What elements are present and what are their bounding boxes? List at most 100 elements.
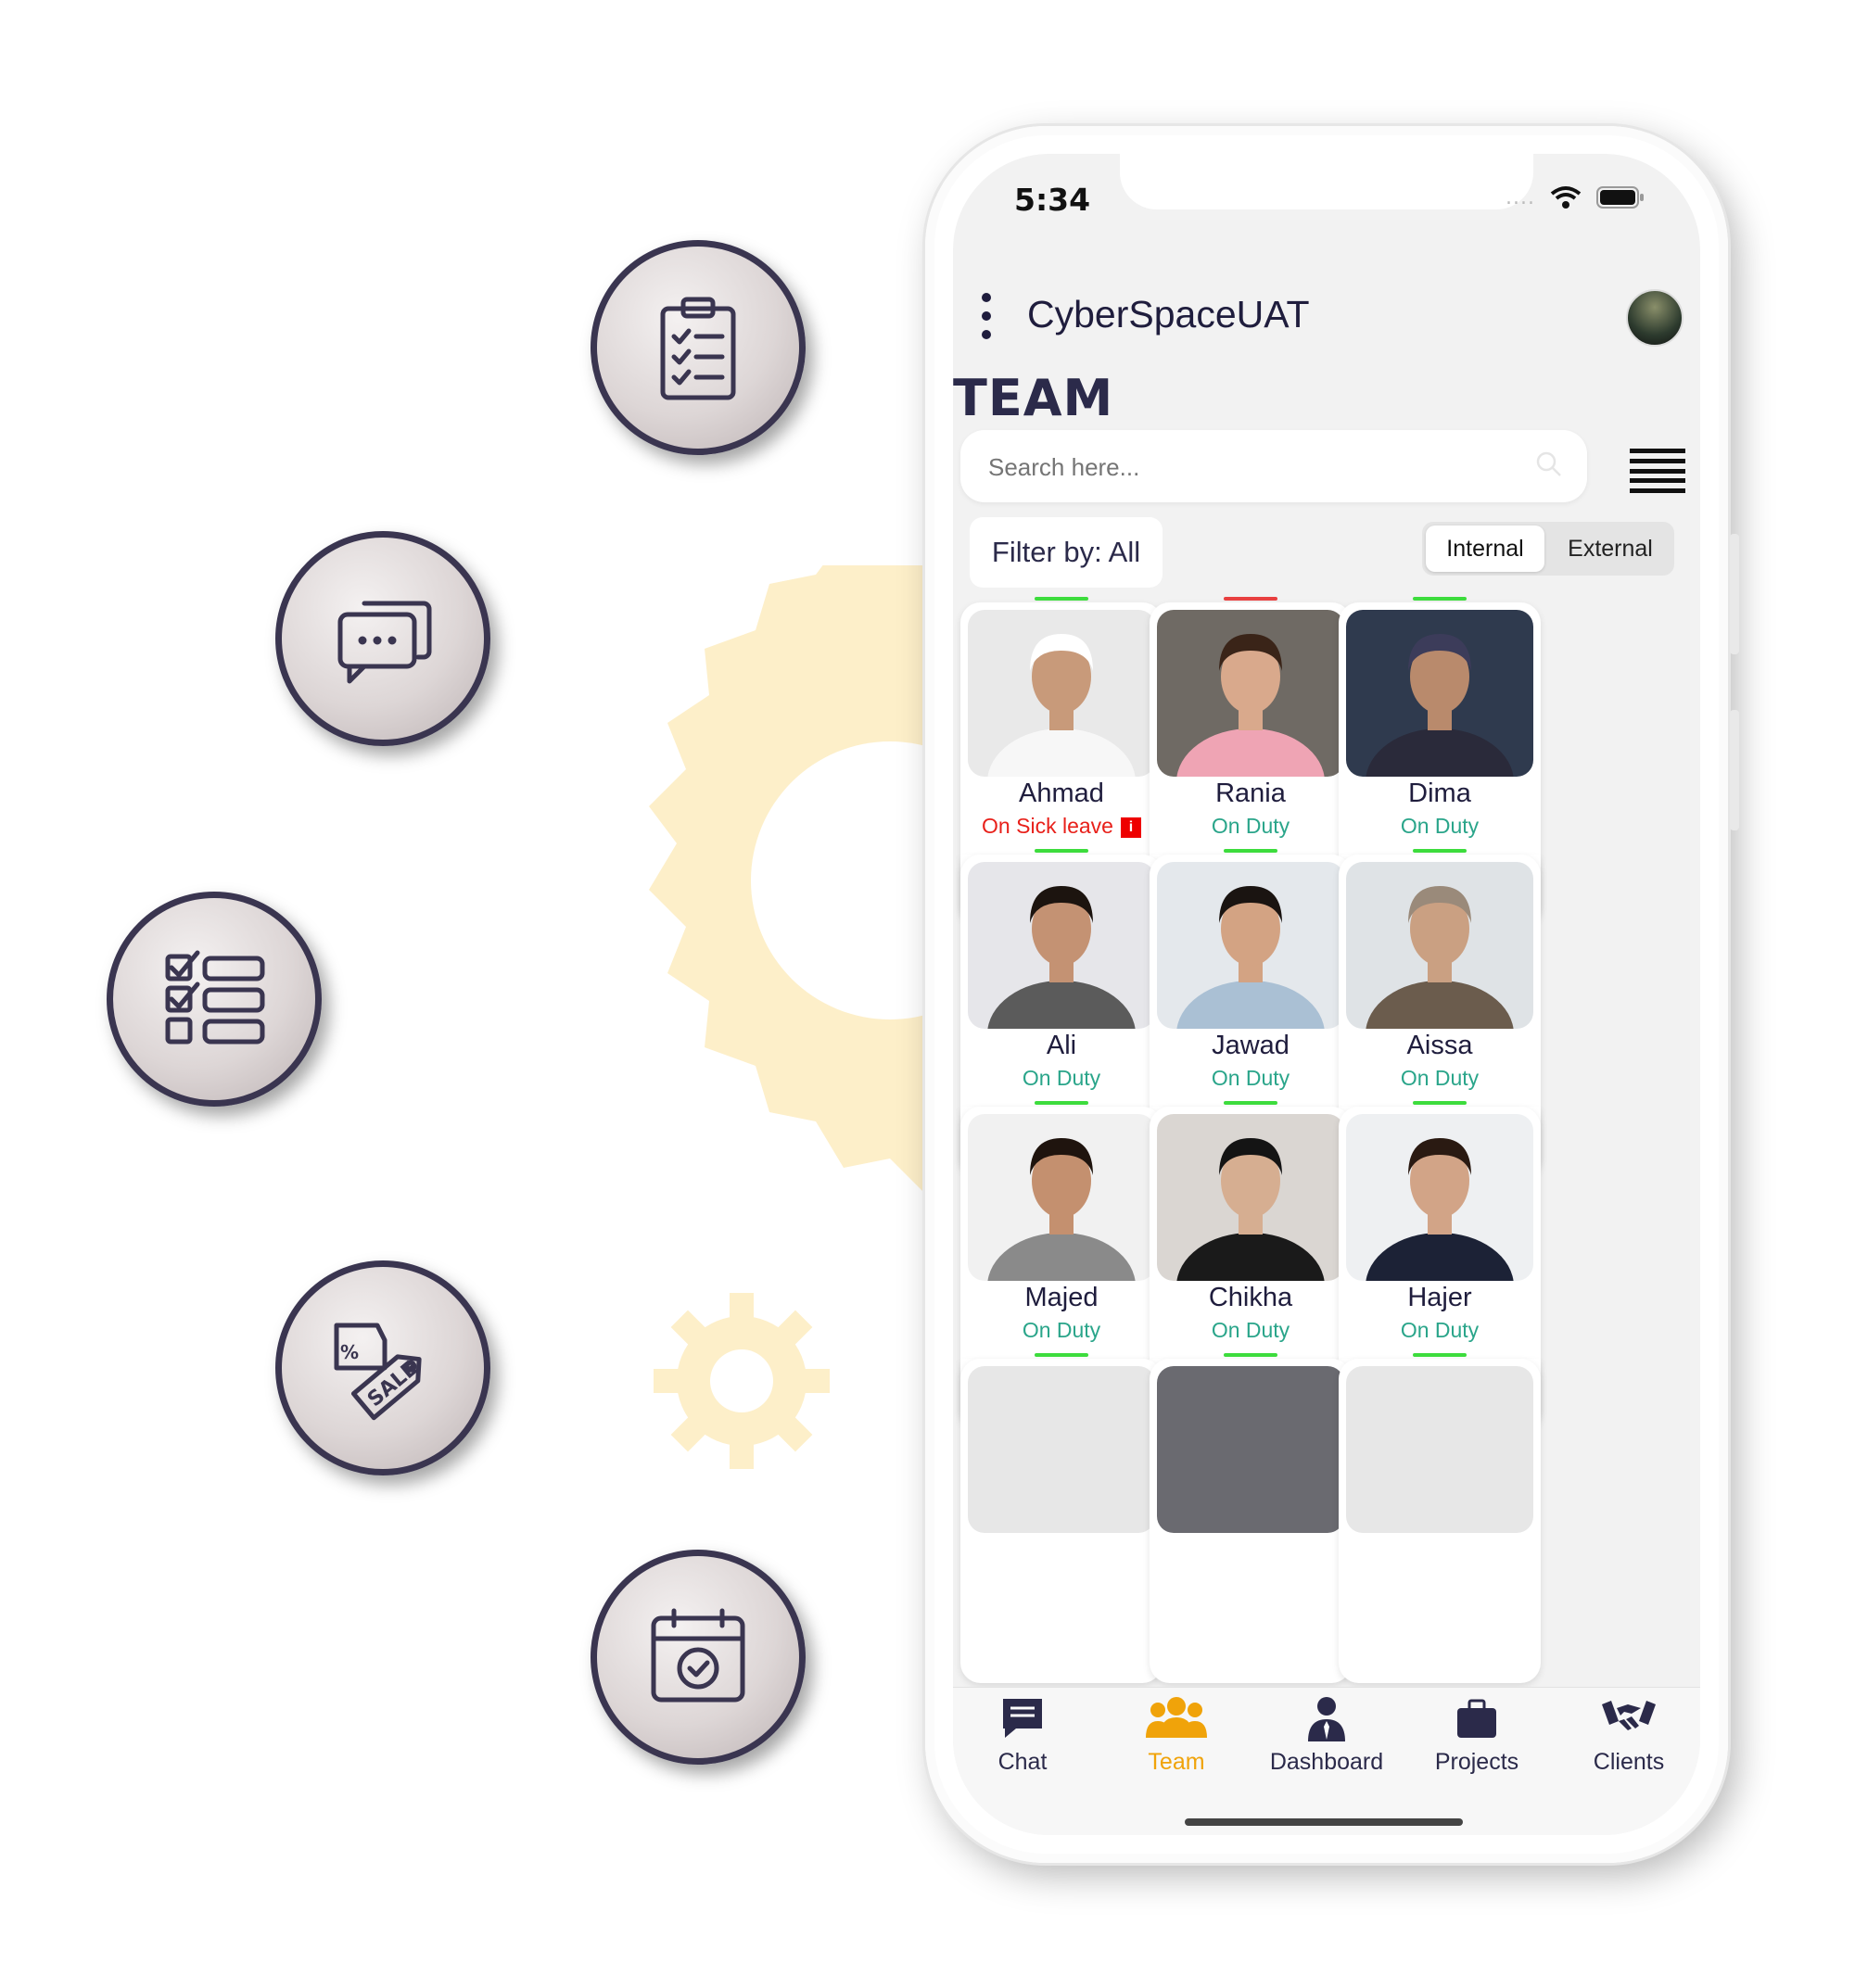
- presence-bar: [1413, 849, 1467, 853]
- calendar-check-icon: [651, 1608, 745, 1703]
- member-name: Aissa: [1406, 1031, 1473, 1060]
- side-button: [1730, 710, 1739, 830]
- presence-bar: [1413, 1353, 1467, 1357]
- small-gear-decoration: [654, 1293, 830, 1469]
- side-button: [1730, 534, 1739, 654]
- search-input[interactable]: [986, 430, 1509, 504]
- member-status-text: On Duty: [1400, 1066, 1480, 1090]
- member-status-text: On Duty: [1211, 1066, 1290, 1090]
- presence-bar: [1224, 1353, 1277, 1357]
- member-status-text: On Duty: [1022, 1318, 1101, 1342]
- member-name: Chikha: [1208, 1283, 1293, 1312]
- status-icons: ....: [1506, 185, 1645, 209]
- page-title: TEAM: [953, 369, 1114, 427]
- sale-tag-icon: % SALE: [334, 1323, 423, 1421]
- search-icon[interactable]: [1535, 450, 1563, 478]
- tab-team[interactable]: Team: [1107, 1695, 1246, 1776]
- chat-feature: [275, 531, 490, 746]
- chat-bubbles-icon: [337, 601, 432, 684]
- presence-bar: [1224, 849, 1277, 853]
- presence-bar: [1413, 597, 1467, 601]
- segment-internal[interactable]: Internal: [1426, 525, 1544, 572]
- member-photo: [1346, 1366, 1533, 1533]
- member-photo: [1157, 610, 1344, 777]
- member-name: Majed: [1024, 1283, 1099, 1312]
- member-status: On Duty: [1339, 814, 1541, 839]
- tab-label: Projects: [1434, 1749, 1519, 1775]
- info-icon[interactable]: i: [1120, 817, 1141, 838]
- more-menu-icon[interactable]: [981, 293, 992, 339]
- member-photo: [1346, 610, 1533, 777]
- bottom-tab-bar: Chat Team Dashboard Projects Clients: [953, 1687, 1700, 1835]
- member-status: On Sick leave i: [960, 814, 1163, 839]
- member-name: Dima: [1408, 779, 1471, 808]
- member-name: Rania: [1215, 779, 1286, 808]
- battery-icon: [1596, 186, 1644, 209]
- member-status: On Duty: [1339, 1066, 1541, 1091]
- tab-label: Dashboard: [1269, 1749, 1384, 1775]
- member-photo: [1346, 862, 1533, 1029]
- member-status: On Duty: [960, 1066, 1163, 1091]
- clipboard-checklist-icon: [660, 297, 736, 400]
- briefcase-icon: [1457, 1699, 1496, 1738]
- checklist-icon: [165, 950, 265, 1045]
- presence-bar: [1035, 1101, 1088, 1105]
- signal-dots-icon: ....: [1506, 185, 1535, 209]
- status-time: 5:34: [1014, 182, 1091, 218]
- presence-bar: [1035, 597, 1088, 601]
- member-name: Ali: [1046, 1031, 1077, 1060]
- member-photo: [968, 1114, 1155, 1281]
- tab-label: Clients: [1593, 1749, 1665, 1775]
- member-status-text: On Duty: [1400, 814, 1480, 838]
- home-indicator: [1185, 1818, 1463, 1826]
- member-status-text: On Sick leave: [982, 814, 1113, 838]
- member-name: Hajer: [1407, 1283, 1472, 1312]
- team-member-card-partial[interactable]: [960, 1353, 1163, 1685]
- presence-bar: [1035, 1353, 1088, 1357]
- member-photo: [968, 862, 1155, 1029]
- app-name: CyberSpaceUAT: [1027, 293, 1310, 336]
- filter-button[interactable]: Filter by: All: [970, 517, 1163, 588]
- presence-bar: [1224, 597, 1277, 601]
- member-status: On Duty: [1339, 1318, 1541, 1343]
- presence-bar: [1413, 1101, 1467, 1105]
- chat-icon: [1003, 1699, 1042, 1738]
- checklist-feature: [107, 892, 322, 1107]
- tab-label: Team: [1148, 1749, 1205, 1775]
- notch: [1120, 154, 1533, 209]
- tab-projects[interactable]: Projects: [1407, 1695, 1546, 1776]
- tab-clients[interactable]: Clients: [1559, 1695, 1698, 1776]
- segment-external[interactable]: External: [1550, 525, 1671, 572]
- phone-frame: 5:34 .... CyberSpaceUAT TEAM Search here…: [925, 126, 1739, 1863]
- list-view-icon[interactable]: [1630, 449, 1685, 493]
- user-avatar[interactable]: [1626, 289, 1683, 347]
- member-photo: [968, 1366, 1155, 1533]
- member-status: On Duty: [1150, 814, 1352, 839]
- presence-bar: [1224, 1101, 1277, 1105]
- search-bar[interactable]: [960, 430, 1587, 504]
- team-member-card-partial[interactable]: [1150, 1353, 1352, 1685]
- sale-feature: % SALE: [275, 1260, 490, 1475]
- internal-external-toggle: Internal External: [1422, 522, 1674, 576]
- member-status-text: On Duty: [1211, 1318, 1290, 1342]
- member-photo: [968, 610, 1155, 777]
- handshake-icon: [1602, 1701, 1656, 1730]
- member-status-text: On Duty: [1400, 1318, 1480, 1342]
- member-status-text: On Duty: [1022, 1066, 1101, 1090]
- member-status: On Duty: [1150, 1318, 1352, 1343]
- app-screen: 5:34 .... CyberSpaceUAT TEAM Search here…: [953, 154, 1700, 1835]
- tab-dashboard[interactable]: Dashboard: [1257, 1695, 1396, 1776]
- presence-bar: [1035, 849, 1088, 853]
- team-member-card-partial[interactable]: [1339, 1353, 1541, 1685]
- calendar-feature: [591, 1550, 806, 1765]
- team-icon: [1146, 1697, 1207, 1738]
- wifi-icon: [1550, 186, 1582, 209]
- member-name: Jawad: [1212, 1031, 1290, 1060]
- member-photo: [1157, 862, 1344, 1029]
- member-photo: [1157, 1114, 1344, 1281]
- clipboard-feature: [591, 240, 806, 455]
- member-photo: [1157, 1366, 1344, 1533]
- tab-chat[interactable]: Chat: [953, 1695, 1092, 1776]
- member-name: Ahmad: [1019, 779, 1104, 808]
- member-status: On Duty: [1150, 1066, 1352, 1091]
